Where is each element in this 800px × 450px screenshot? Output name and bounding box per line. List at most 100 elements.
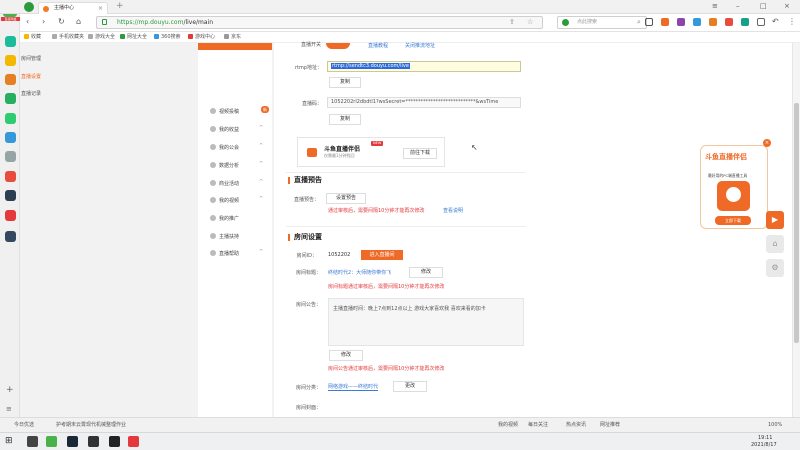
toolbar-icon-3[interactable] — [677, 18, 685, 26]
maximize-icon[interactable]: □ — [760, 2, 767, 10]
bookmark-item[interactable]: 网址大全 — [120, 32, 147, 43]
side-app-icon-2[interactable] — [5, 55, 16, 66]
minimize-icon[interactable]: – — [736, 2, 740, 10]
sidebar-item-my-videos[interactable]: 我的视频 — [210, 197, 239, 204]
toolbar-icon-2[interactable] — [661, 18, 669, 26]
side-app-icon-9[interactable] — [5, 190, 16, 201]
taskbar-app-icon-4[interactable] — [88, 436, 99, 447]
toolbar-icon-4[interactable] — [693, 18, 701, 26]
sidebar-active-header[interactable] — [198, 43, 272, 50]
sidebar-item-data[interactable]: 数据分析 — [210, 162, 239, 169]
status-item[interactable]: 今日优选 — [14, 418, 34, 432]
play-video-icon[interactable]: ▶ — [766, 211, 784, 229]
toolbar-icon-8[interactable] — [757, 18, 765, 26]
sidebar-item-business[interactable]: 商业活动 — [210, 180, 239, 187]
bookmark-item[interactable]: 京东 — [224, 32, 241, 43]
new-tab-button[interactable]: + — [116, 1, 124, 11]
status-item[interactable]: 我的视频 — [498, 418, 518, 432]
copy-rtmp-button[interactable]: 复制 — [329, 77, 361, 88]
toolbar-icon-6[interactable] — [725, 18, 733, 26]
refresh-icon[interactable]: ↻ — [58, 17, 65, 26]
menu-icon[interactable]: ≡ — [6, 405, 12, 413]
toolbar-icon-1[interactable] — [645, 18, 653, 26]
taskbar-app-icon-1[interactable] — [27, 436, 38, 447]
rtmp-address-field[interactable]: rtmp://sendtc3.douyu.com/live — [327, 61, 521, 72]
edit-title-button[interactable]: 修改 — [409, 267, 443, 278]
sidebar-item-guild[interactable]: 我的公会 — [210, 144, 239, 151]
page-scrollbar[interactable] — [792, 43, 800, 417]
taskbar-app-icon-5[interactable] — [109, 436, 120, 447]
sidebar-sub-item-active[interactable]: 直播设置 — [21, 73, 41, 80]
menu-icon[interactable]: ≡ — [712, 2, 718, 10]
promo-download-button[interactable]: 前往下载 — [403, 148, 437, 159]
preview-info-link[interactable]: 查看说明 — [443, 207, 463, 214]
sidebar-item-promotion[interactable]: 我的推广 — [210, 215, 239, 222]
float-ad-close-icon[interactable]: × — [763, 139, 771, 147]
sidebar-sub-item[interactable]: 房间管理 — [21, 55, 41, 62]
taskbar-app-icon-6[interactable] — [128, 436, 139, 447]
side-app-icon-3[interactable] — [5, 74, 16, 85]
sidebar-item-support[interactable]: 主播扶持 — [210, 233, 239, 240]
bookmark-item[interactable]: 收藏 — [24, 32, 41, 43]
share-icon[interactable]: ⇪ — [509, 18, 515, 26]
chevron-icon[interactable]: ^ — [259, 143, 263, 149]
live-tutorial-link[interactable]: 直播教程 — [368, 42, 388, 49]
change-category-button[interactable]: 更改 — [393, 381, 427, 392]
tab-close-icon[interactable]: × — [98, 3, 103, 14]
chevron-icon[interactable]: ^ — [259, 249, 263, 255]
address-bar[interactable]: https://mp.douyu.com/live/main ⇪ ☆ — [96, 16, 543, 29]
back-icon[interactable]: ‹ — [26, 17, 29, 26]
copy-code-button[interactable]: 复制 — [329, 114, 361, 125]
forward-icon[interactable]: › — [42, 17, 45, 26]
address-url[interactable]: https://mp.douyu.com/live/main — [117, 17, 213, 28]
sidebar-item-video-upload[interactable]: 视频投稿 — [210, 108, 239, 115]
zoom-level[interactable]: 100% — [768, 418, 782, 432]
chevron-icon[interactable]: ^ — [259, 161, 263, 167]
bookmark-item[interactable]: 游戏大全 — [88, 32, 115, 43]
start-icon[interactable]: ⊞ — [5, 437, 13, 446]
settings-float-icon[interactable]: ⚙ — [766, 259, 784, 277]
side-app-icon-8[interactable] — [5, 171, 16, 182]
side-app-icon-7[interactable] — [5, 151, 16, 162]
scrollbar-thumb[interactable] — [794, 103, 799, 343]
live-switch-toggle[interactable] — [326, 43, 350, 49]
home-icon[interactable]: ⌂ — [76, 17, 81, 26]
more-icon[interactable]: ⋮ — [788, 17, 796, 26]
side-app-icon-10[interactable] — [5, 210, 16, 221]
status-item[interactable]: 每日关注 — [528, 418, 548, 432]
home-float-icon[interactable]: ⌂ — [766, 235, 784, 253]
side-app-icon-11[interactable] — [5, 231, 16, 242]
chevron-icon[interactable]: ^ — [259, 125, 263, 131]
set-preview-button[interactable]: 设置预告 — [326, 193, 366, 204]
side-app-icon-5[interactable] — [5, 113, 16, 124]
enter-room-button[interactable]: 进入直播间 — [361, 250, 403, 260]
stream-code-field[interactable]: 1052202rl2dbdtl1?wsSecret=**************… — [327, 97, 521, 108]
status-item[interactable]: 现代机械整理作业 — [86, 418, 126, 432]
close-stream-link[interactable]: 关闭推流地址 — [405, 42, 435, 49]
bookmark-item[interactable]: 游戏中心 — [188, 32, 215, 43]
browser-logo-icon[interactable] — [24, 2, 34, 12]
browser-tab[interactable]: 主播中心 × — [38, 2, 108, 14]
status-item[interactable]: 网址推荐 — [600, 418, 620, 432]
toolbar-icon-7[interactable] — [741, 18, 749, 26]
status-item[interactable]: 护考期末云霄 — [56, 418, 86, 432]
side-app-icon-6[interactable] — [5, 132, 16, 143]
undo-icon[interactable]: ↶ — [772, 17, 779, 26]
side-app-icon-4[interactable] — [5, 93, 16, 104]
taskbar-app-icon-3[interactable] — [67, 436, 78, 447]
bookmark-item[interactable]: 手机收藏夹 — [52, 32, 84, 43]
search-box[interactable]: 点此搜索 ⌕ — [557, 16, 647, 29]
sidebar-item-income[interactable]: 我的收益 — [210, 126, 239, 133]
close-window-icon[interactable]: × — [784, 2, 790, 10]
chevron-icon[interactable]: ^ — [259, 196, 263, 202]
taskbar-clock-date[interactable]: 2021/8/17 — [751, 442, 777, 448]
taskbar-clock-time[interactable]: 19:11 — [758, 435, 772, 441]
search-icon[interactable]: ⌕ — [637, 17, 641, 28]
room-notice-box[interactable]: 主播直播时间：晚上7点到12点以上 游戏大家喜欢我 喜欢来看的加卡 — [328, 298, 524, 346]
taskbar-app-icon-2[interactable] — [46, 436, 57, 447]
search-engine-icon[interactable] — [562, 19, 569, 26]
chevron-icon[interactable]: ^ — [259, 179, 263, 185]
bookmark-item[interactable]: 360搜索 — [154, 32, 181, 43]
toolbar-icon-5[interactable] — [709, 18, 717, 26]
side-app-icon-1[interactable] — [5, 36, 16, 47]
